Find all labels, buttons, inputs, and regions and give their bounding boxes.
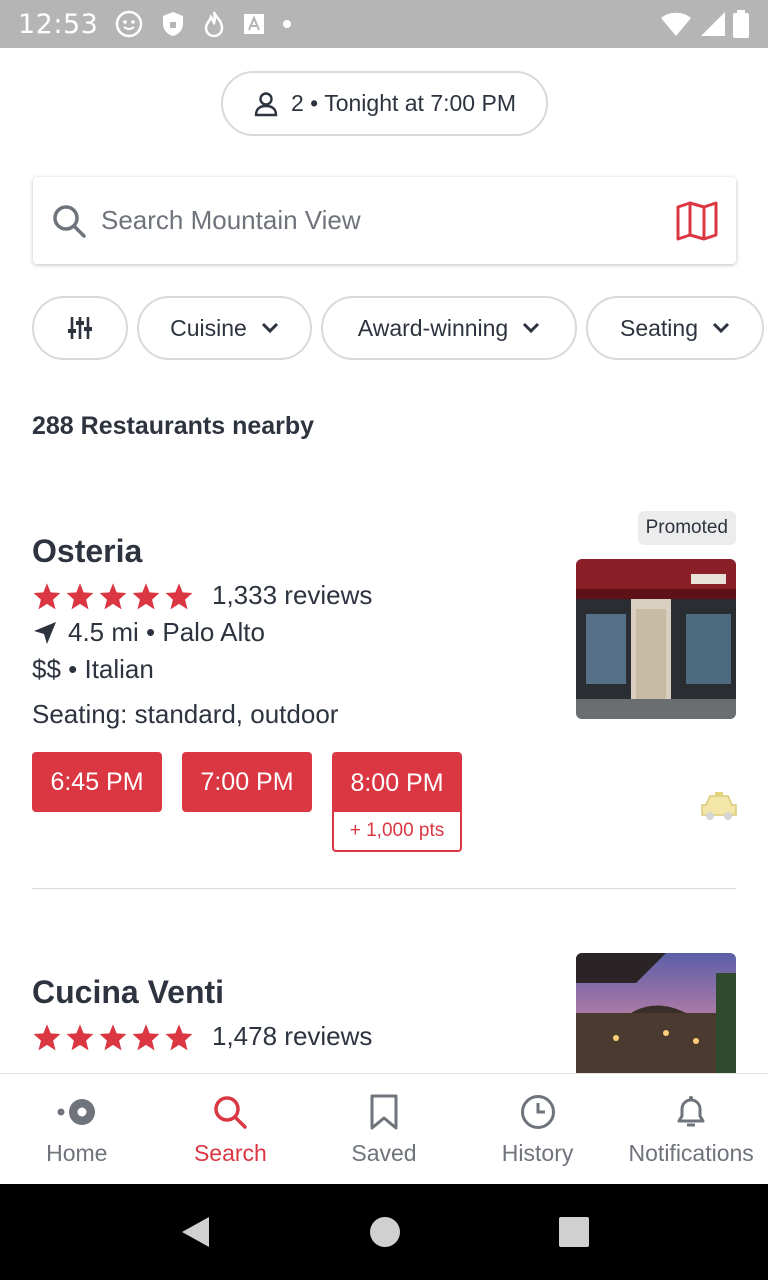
star-icon [165,1023,193,1050]
party-size-time-selector[interactable]: 2 • Tonight at 7:00 PM [221,71,548,136]
star-rating [32,582,194,610]
person-icon [254,91,278,116]
navigation-arrow-icon [34,621,56,644]
star-icon [66,582,94,609]
star-icon [132,582,160,609]
star-icon [132,1023,160,1050]
distance-location: 4.5 mi • Palo Alto [68,617,265,647]
tab-notifications[interactable]: Notifications [614,1074,768,1184]
bonus-points: + 1,000 pts [349,820,445,841]
restaurant-photo-image [576,953,736,1073]
tab-saved[interactable]: Saved [307,1074,461,1184]
chevron-down-icon [712,322,730,334]
sliders-icon [68,317,92,339]
tab-search[interactable]: Search [154,1074,308,1184]
tab-home[interactable]: Home [0,1074,154,1184]
status-time: 12:53 [18,8,99,40]
tab-label: Home [46,1140,108,1166]
star-icon [33,582,61,609]
star-icon [99,1023,127,1050]
filter-chip-seating[interactable]: Seating [586,296,764,360]
notification-icons [114,9,292,39]
system-navigation-bar [0,1184,768,1280]
tab-label: Search [193,1140,267,1166]
time-slots: 6:45 PM 7:00 PM 8:00 PM + 1,000 pts [32,752,736,852]
home-icon [57,1099,95,1125]
filter-chip-label: Cuisine [170,314,247,341]
tab-history[interactable]: History [461,1074,615,1184]
search-icon [53,204,86,238]
star-icon [66,1023,94,1050]
time-slot-button[interactable]: 7:00 PM [182,752,312,812]
shield-icon [163,12,184,36]
promoted-badge: Promoted [637,511,736,545]
review-count: 1,478 reviews [212,1021,373,1051]
fire-icon [205,11,224,38]
restaurant-photo-image [576,559,736,719]
filter-chip-cuisine[interactable]: Cuisine [137,296,312,360]
battery-icon [733,10,749,38]
clock-icon [520,1095,555,1129]
star-icon [165,582,193,609]
restaurant-photo[interactable] [576,953,736,1073]
time-slot-bonus[interactable]: 8:00 PM + 1,000 pts [332,752,462,852]
search-bar[interactable]: Search Mountain View [33,177,736,264]
restaurant-photo[interactable] [576,559,736,719]
status-bar: 12:53 [0,0,768,48]
review-count: 1,333 reviews [212,580,373,610]
star-icon [99,582,127,609]
party-label: 2 • Tonight at 7:00 PM [291,90,516,116]
map-icon[interactable] [676,201,718,241]
bell-icon [677,1096,705,1127]
rideshare-car-icon[interactable] [700,791,738,821]
tab-label: History [501,1140,574,1166]
filters-button[interactable] [32,296,128,360]
chevron-down-icon [261,322,278,334]
results-count: 288 Restaurants nearby [32,412,315,440]
time-slot-button[interactable]: 8:00 PM [334,754,460,812]
filter-chip-label: Award-winning [357,314,509,341]
tab-label: Saved [351,1140,417,1166]
time-slot-button[interactable]: 6:45 PM [32,752,162,812]
assistant-icon [116,10,143,38]
dot-icon [283,20,292,28]
star-rating [32,1023,194,1051]
bottom-tab-bar: Home Search Saved History Notifications [0,1073,768,1184]
signal-icon [701,12,725,36]
filter-chip-award-winning[interactable]: Award-winning [321,296,577,360]
system-icons [660,10,750,38]
filter-chips: Cuisine Award-winning Seating [32,296,768,360]
restaurant-card[interactable]: Cucina Venti 1,478 reviews [32,953,736,1073]
search-icon [214,1096,248,1129]
back-icon[interactable] [179,1215,211,1249]
recents-icon[interactable] [559,1217,589,1247]
filter-chip-label: Seating [619,314,698,341]
home-button-icon[interactable] [369,1216,401,1248]
font-icon [244,14,265,34]
bookmark-icon [370,1094,398,1130]
tab-label: Notifications [628,1140,754,1166]
card-divider [32,888,736,889]
wifi-icon [661,12,691,36]
star-icon [33,1023,61,1050]
chevron-down-icon [523,322,540,334]
restaurant-card[interactable]: Promoted Osteria 1,333 reviews 4.5 mi • … [32,511,738,861]
search-input[interactable]: Search Mountain View [101,205,676,236]
